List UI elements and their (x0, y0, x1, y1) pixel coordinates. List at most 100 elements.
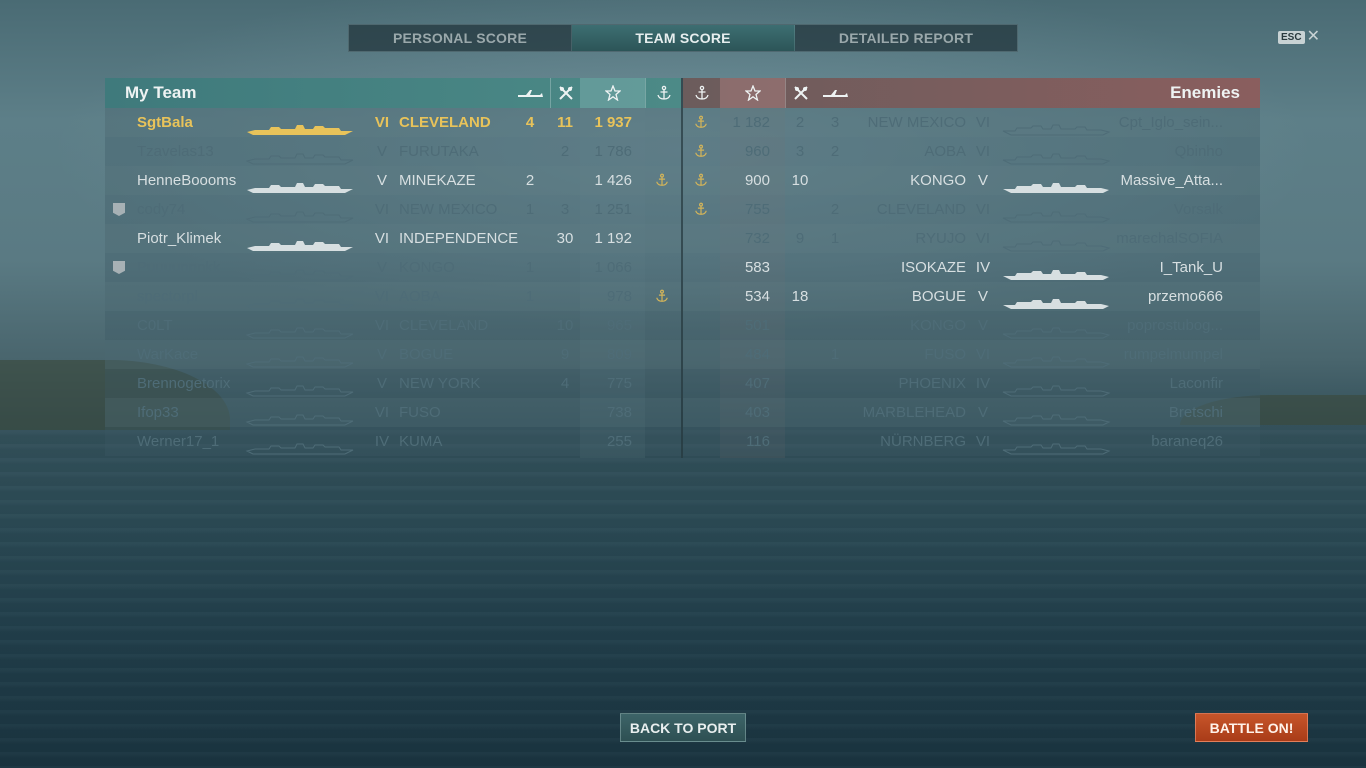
score-value: 738 (606, 404, 632, 421)
division-icon (113, 261, 125, 274)
back-to-port-button[interactable]: BACK TO PORT (620, 713, 746, 742)
score-value: 1 937 (594, 114, 632, 131)
ship-tier: V (376, 259, 387, 276)
ship-tier: V (977, 404, 988, 421)
enemy-row[interactable]: 116 NÜRNBERG VI baraneq26 (683, 427, 1260, 456)
my-team-row[interactable]: HenneBoooms V MINEKAZE 2 1 426 (105, 166, 681, 195)
my-team-row[interactable]: Brennogetorix V NEW YORK 4 775 (105, 369, 681, 398)
ship-silhouette-icon (245, 291, 355, 310)
ship-name: CLEVELAND (399, 317, 489, 334)
score-value: 484 (744, 346, 770, 363)
player-name: Vorsalk (1173, 201, 1223, 218)
ship-silhouette-icon (245, 262, 355, 281)
ship-tier: V (376, 172, 387, 189)
player-name: Werner17_1 (137, 433, 220, 450)
enemy-row[interactable]: 755 2 CLEVELAND VI Vorsalk (683, 195, 1260, 224)
enemy-row[interactable]: 900 10 KONGO V Massive_Atta... (683, 166, 1260, 195)
ships-destroyed-value: 2 (560, 143, 570, 160)
enemy-row[interactable]: 1 182 2 3 NEW MEXICO VI Cpt_Iglo_sein... (683, 108, 1260, 137)
my-team-row[interactable]: Werner17_1 IV KUMA 255 (105, 427, 681, 456)
score-value: 1 066 (594, 259, 632, 276)
enemy-row[interactable]: 407 PHOENIX IV Laconfir (683, 369, 1260, 398)
ship-tier: V (376, 143, 387, 160)
my-team-row[interactable]: WarKace V BOGUE 9 809 (105, 340, 681, 369)
my-team-row[interactable]: C0LT VI CLEVELAND 10 965 (105, 311, 681, 340)
ships-destroyed-value: 9 (560, 346, 570, 363)
enemy-row[interactable]: 583 ISOKAZE IV I_Tank_U (683, 253, 1260, 282)
player-name: WarKace (137, 346, 199, 363)
ship-name: CLEVELAND (876, 201, 966, 218)
planes-shot-value: 2 (830, 143, 840, 160)
anchor-icon (645, 78, 681, 108)
ship-silhouette-icon (245, 378, 355, 397)
ship-name: NEW MEXICO (399, 201, 498, 218)
planes-shot-value: 1 (525, 288, 535, 305)
ships-destroyed-value: 30 (556, 230, 574, 247)
my-team-row[interactable]: Puuuunnnkk V KONGO 1 1 066 (105, 253, 681, 282)
ships-destroyed-value: 3 (795, 143, 805, 160)
ships-destroyed-value: 2 (795, 114, 805, 131)
score-value: 960 (744, 143, 770, 160)
planes-shot-value: 3 (830, 114, 840, 131)
enemy-row[interactable]: 960 3 2 AOBA VI Qbinho (683, 137, 1260, 166)
ships-destroyed-value: 9 (795, 230, 805, 247)
ship-silhouette-icon (1001, 262, 1111, 280)
ship-silhouette-icon (245, 117, 355, 135)
ship-name: ISOKAZE (900, 259, 966, 276)
player-name: Laconfir (1169, 375, 1223, 392)
my-team-row[interactable]: Ifop33 VI FUSO 738 (105, 398, 681, 427)
ship-tier: V (376, 346, 387, 363)
score-tabs: PERSONAL SCORE TEAM SCORE DETAILED REPOR… (348, 24, 1018, 52)
player-name: HenneBoooms (137, 172, 237, 189)
enemy-row[interactable]: 484 1 FUSO VI rumpelmumpel (683, 340, 1260, 369)
ships-destroyed-value: 11 (557, 114, 573, 131)
ship-tier: V (977, 317, 988, 334)
score-value: 407 (744, 375, 770, 392)
anchor-icon (655, 173, 669, 187)
enemy-row[interactable]: 403 MARBLEHEAD V Bretschi (683, 398, 1260, 427)
ship-silhouette-icon (245, 175, 355, 193)
enemy-row[interactable]: 732 9 1 RYUJO VI marechalSOFIA (683, 224, 1260, 253)
my-team-row[interactable]: Piotr_Klimek VI INDEPENDENCE 30 1 192 (105, 224, 681, 253)
close-button[interactable]: ESC ✕ (1278, 29, 1320, 45)
my-team-row[interactable]: cody74 VI NEW MEXICO 1 3 1 251 (105, 195, 681, 224)
score-value: 900 (744, 172, 770, 189)
my-team-row[interactable]: Tzavelas13 V FURUTAKA 2 1 786 (105, 137, 681, 166)
ship-name: FUSO (924, 346, 966, 363)
tab-personal-score[interactable]: PERSONAL SCORE (349, 25, 572, 51)
ship-tier: VI (975, 433, 991, 450)
ship-silhouette-icon (1001, 407, 1111, 426)
battle-on-button[interactable]: BATTLE ON! (1195, 713, 1308, 742)
ship-tier: VI (975, 230, 991, 247)
score-value: 501 (744, 317, 770, 334)
score-value: 403 (744, 404, 770, 421)
ship-tier: V (977, 288, 988, 305)
my-team-row[interactable]: SgtBala VI CLEVELAND 4 11 1 937 (105, 108, 681, 137)
player-name: Puuuunnnkk (137, 259, 221, 276)
ships-destroyed-icon (550, 78, 580, 108)
enemy-row[interactable]: 501 KONGO Vpoprostubog... (683, 311, 1260, 340)
anchor-icon (683, 78, 720, 108)
ship-name: NÜRNBERG (880, 433, 966, 450)
ship-tier: VI (374, 317, 390, 334)
ship-name: AOBA (399, 288, 441, 305)
star-icon (720, 78, 785, 108)
tab-team-score[interactable]: TEAM SCORE (572, 25, 795, 51)
planes-shot-icon (815, 78, 855, 108)
ship-tier: VI (374, 201, 390, 218)
score-value: 755 (744, 201, 770, 218)
score-value: 116 (746, 433, 770, 450)
player-name: I_Tank_U (1159, 259, 1223, 276)
score-value: 1 182 (732, 114, 770, 131)
player-name: Bretschi (1168, 404, 1223, 421)
enemy-row[interactable]: 534 18 BOGUE Vprzemo666 (683, 282, 1260, 311)
my-team-header: My Team (105, 78, 681, 108)
tab-detailed-report[interactable]: DETAILED REPORT (795, 25, 1017, 51)
ship-silhouette-icon (1001, 436, 1111, 455)
my-team-row[interactable]: spectorpl VI AOBA 1 978 (105, 282, 681, 311)
player-name: C0LT (137, 317, 173, 334)
anchor-icon (694, 115, 708, 129)
ship-tier: VI (975, 346, 991, 363)
ship-tier: VI (975, 201, 991, 218)
ship-tier: VI (374, 404, 390, 421)
